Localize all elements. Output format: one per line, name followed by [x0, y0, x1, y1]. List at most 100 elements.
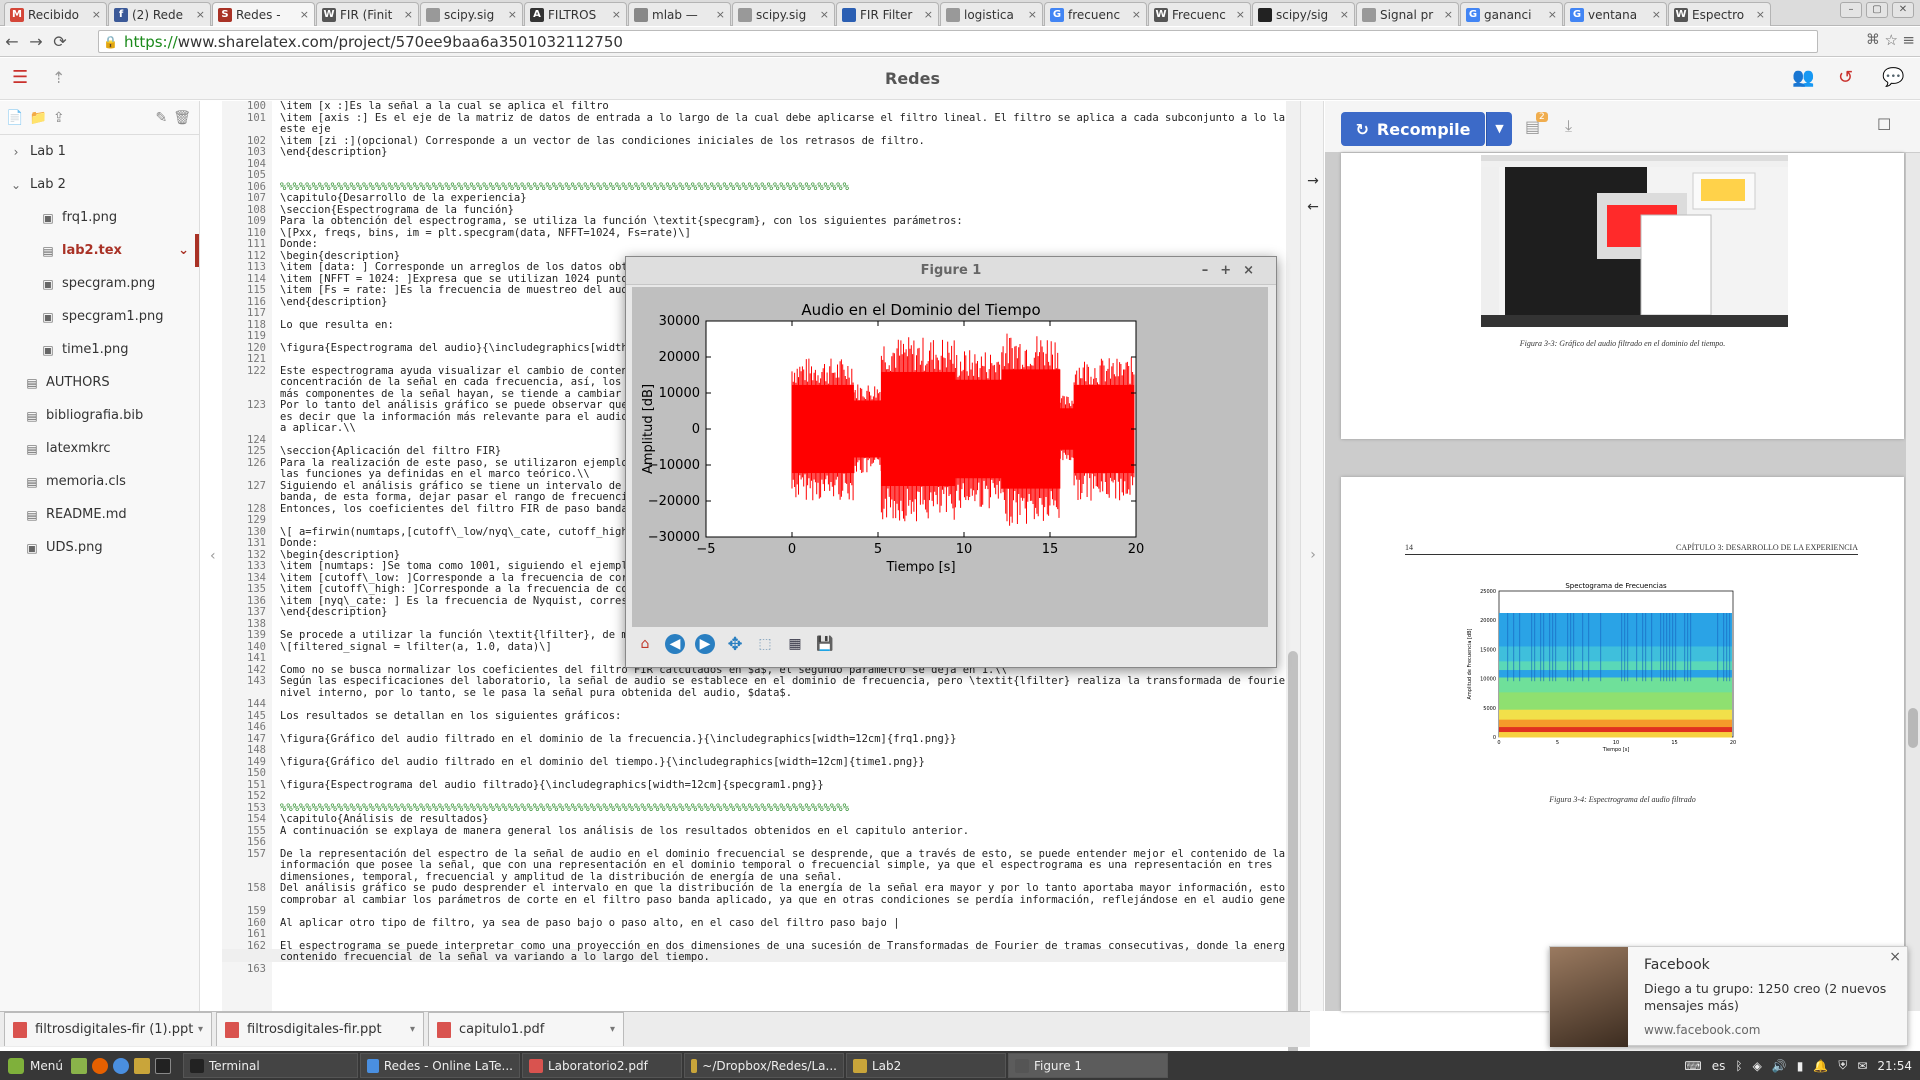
facebook-notification[interactable]: × Facebook Diego a tu grupo: 1250 creo (… [1549, 946, 1908, 1047]
code-line[interactable]: este eje [280, 123, 331, 135]
code-line[interactable]: Siguiendo el análisis gráfico se tiene u… [280, 480, 647, 492]
code-line[interactable]: Se procede a utilizar la función \textit… [280, 629, 647, 641]
tab-close-icon[interactable]: × [404, 8, 413, 21]
code-line[interactable]: \item [cutoff\_high: ]Corresponde a la f… [280, 583, 647, 595]
forward-icon[interactable]: → [24, 32, 48, 51]
code-line[interactable]: Donde: [280, 537, 318, 549]
file-tree-item[interactable]: ▣ specgram1.png [0, 300, 199, 333]
code-line[interactable]: nivel interno, por lo tanto, se le pasa … [280, 687, 792, 699]
file-menu-chevron-icon[interactable]: ⌄ [178, 243, 189, 258]
tab-close-icon[interactable]: × [1756, 8, 1765, 21]
maximize-pdf-icon[interactable]: ☐ [1877, 115, 1891, 134]
download-item[interactable]: filtrosdigitales-fir.ppt ▾ [216, 1012, 424, 1046]
browser-menu-icon[interactable]: ≡ [1902, 31, 1915, 49]
save-icon[interactable]: 💾 [812, 631, 838, 657]
shield-icon[interactable]: ⛨ [1838, 1058, 1847, 1073]
url-bar[interactable]: 🔒 https:// www.sharelatex.com/project/57… [98, 30, 1818, 53]
pan-icon[interactable]: ✥ [722, 631, 748, 657]
zoom-icon[interactable]: ⬚ [752, 631, 778, 657]
code-line[interactable]: Lo que resulta en: [280, 319, 394, 331]
code-line[interactable]: Entonces, los coeficientes del filtro FI… [280, 503, 647, 515]
taskbar-window-button[interactable]: Lab2 [845, 1053, 1006, 1078]
translate-icon[interactable]: ⌘ [1866, 32, 1880, 48]
browser-tab[interactable]: Ggananci × [1460, 2, 1563, 26]
browser-tab[interactable]: A FILTROS × [524, 2, 627, 26]
back-icon[interactable]: ← [0, 32, 24, 51]
code-line[interactable]: \figura{Gráfico del audio filtrado en el… [280, 733, 956, 745]
code-line[interactable]: \figura{Espectrograma del audio}{\includ… [280, 342, 647, 354]
download-item[interactable]: capitulo1.pdf ▾ [428, 1012, 624, 1046]
taskbar-window-button[interactable]: Laboratorio2.pdf [521, 1053, 682, 1078]
code-line[interactable]: \item [x :]Es la señal a la cual se apli… [280, 101, 609, 112]
tab-close-icon[interactable]: × [820, 8, 829, 21]
close-notification-icon[interactable]: × [1889, 949, 1901, 965]
tab-close-icon[interactable]: × [1548, 8, 1557, 21]
code-line[interactable]: Al aplicar otro tipo de filtro, ya sea d… [280, 917, 900, 929]
file-tree-item[interactable]: ▣ frq1.png [0, 201, 199, 234]
close-window-button[interactable]: ✕ [1892, 2, 1914, 18]
terminal-launcher-icon[interactable] [154, 1057, 171, 1074]
notification-link[interactable]: www.facebook.com [1644, 1023, 1760, 1037]
file-tree-item[interactable]: ▤ memoria.cls [0, 465, 199, 498]
code-line[interactable]: Por lo tanto del análisis gráfico se pue… [280, 399, 647, 411]
file-tree-item[interactable]: ▣ specgram.png [0, 267, 199, 300]
code-line[interactable]: El espectrograma se puede interpretar co… [280, 940, 1286, 952]
code-line[interactable]: más componentes de la señal hayan, se ti… [280, 388, 647, 400]
code-line[interactable]: \item [axis :] Es el eje de la matriz de… [280, 112, 1286, 124]
code-line[interactable]: Donde: [280, 238, 318, 250]
volume-icon[interactable]: 🔊 [1772, 1059, 1787, 1073]
code-line[interactable]: \capitulo{Desarrollo de la experiencia} [280, 192, 527, 204]
code-line[interactable]: Según las especificaciones del laborator… [280, 675, 1286, 687]
code-line[interactable]: \[ a=firwin(numtaps,[cutoff\_low/nyq\_ca… [280, 526, 647, 538]
figure-maximize-button[interactable]: + [1220, 263, 1243, 278]
code-line[interactable]: Para la obtención del espectrograma, se … [280, 215, 963, 227]
pane-splitter[interactable]: → ← › [1300, 101, 1324, 1011]
notifications-icon[interactable]: 🔔 [1813, 1059, 1828, 1073]
file-tree-item[interactable]: ▤ lab2.tex ⌄ [0, 234, 199, 267]
figure-minimize-button[interactable]: – [1202, 263, 1221, 278]
recompile-button[interactable]: ↻ Recompile [1341, 112, 1485, 146]
code-line[interactable]: Este espectrograma ayuda visualizar el c… [280, 365, 640, 377]
code-line[interactable]: \capitulo{Análisis de resultados} [280, 813, 489, 825]
file-tree-item[interactable]: ▣ time1.png [0, 333, 199, 366]
reload-icon[interactable]: ⟳ [48, 32, 72, 51]
upload-icon[interactable]: ⇪ [53, 110, 65, 126]
code-line[interactable]: \item [Fs = rate: ]Es la frecuencia de m… [280, 284, 640, 296]
tab-close-icon[interactable]: × [1444, 8, 1453, 21]
browser-tab[interactable]: M Recibido × [4, 2, 107, 26]
bluetooth-icon[interactable]: ᛒ [1735, 1059, 1742, 1073]
browser-tab[interactable]: W Frecuenc × [1148, 2, 1251, 26]
file-tree-item[interactable]: ⌄ Lab 2 [0, 168, 199, 201]
collapse-pdf-chevron-icon[interactable]: › [1304, 547, 1322, 563]
browser-tab[interactable]: mlab — × [628, 2, 731, 26]
code-line[interactable]: Para la realización de este paso, se uti… [280, 457, 647, 469]
file-tree-item[interactable]: ▤ AUTHORS [0, 366, 199, 399]
browser-tab[interactable]: W Espectro × [1668, 2, 1771, 26]
tab-close-icon[interactable]: × [1028, 8, 1037, 21]
code-line[interactable]: \[Pxx, freqs, bins, im = plt.specgram(da… [280, 227, 691, 239]
mail-icon[interactable]: ✉ [1857, 1059, 1867, 1073]
sync-to-pdf-arrow-icon[interactable]: → [1304, 173, 1322, 189]
file-tree-item[interactable]: ▤ bibliografia.bib [0, 399, 199, 432]
start-menu-button[interactable]: Menú [0, 1051, 71, 1080]
tab-close-icon[interactable]: × [1652, 8, 1661, 21]
figure-titlebar[interactable]: Figure 1 –+× [626, 257, 1276, 285]
keyboard-layout-icon[interactable]: ⌨ [1684, 1059, 1701, 1073]
back-icon[interactable]: ◀ [662, 631, 688, 657]
files-icon[interactable] [133, 1057, 150, 1074]
file-tree-item[interactable]: ▤ latexmkrc [0, 432, 199, 465]
code-line[interactable]: \begin{description} [280, 549, 400, 561]
code-line[interactable]: concentración de la señal en cada frecue… [280, 376, 640, 388]
browser-tab[interactable]: Signal pr × [1356, 2, 1459, 26]
code-line[interactable]: información que posee la señal, que con … [280, 859, 1272, 871]
taskbar-window-button[interactable]: Figure 1 [1007, 1053, 1168, 1078]
tab-close-icon[interactable]: × [1340, 8, 1349, 21]
taskbar-window-button[interactable]: Redes - Online LaTe... [359, 1053, 520, 1078]
file-tree-item[interactable]: ▣ UDS.png [0, 531, 199, 564]
taskbar-window-button[interactable]: ~/Dropbox/Redes/La... [683, 1053, 844, 1078]
share-users-icon[interactable]: 👥 [1792, 67, 1814, 88]
history-icon[interactable]: ↺ [1838, 67, 1853, 88]
browser-tab[interactable]: logistica × [940, 2, 1043, 26]
code-line[interactable]: \item [numtaps: ]Se toma como 1001, sigu… [280, 560, 647, 572]
file-tree-item[interactable]: ▤ README.md [0, 498, 199, 531]
